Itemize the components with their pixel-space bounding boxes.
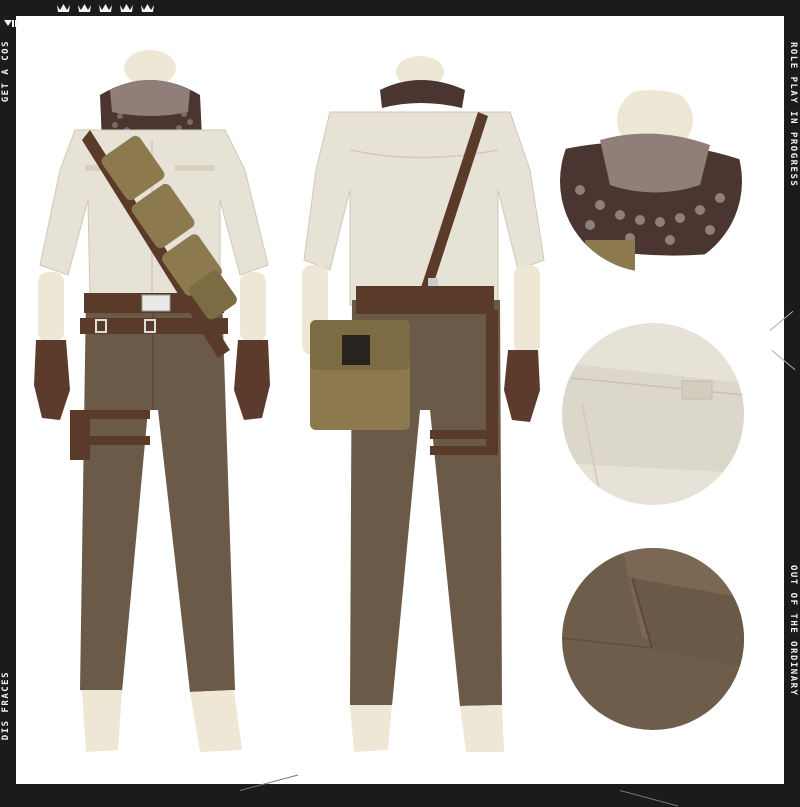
costume-front-view xyxy=(34,50,270,752)
side-label-left-top: GET A COS xyxy=(1,40,11,103)
play-triangle-icon xyxy=(4,20,12,26)
costume-back-view xyxy=(302,56,545,752)
decor-line xyxy=(619,790,679,807)
crown-icon xyxy=(141,4,154,12)
detail-pants-pocket xyxy=(562,548,744,730)
pause-bars-icon xyxy=(12,20,14,27)
side-label-left-bottom: DIS FRACES xyxy=(1,670,11,740)
side-label-right-top: ROLE PLAY IN PROGRESS xyxy=(788,42,798,188)
side-label-right-bottom: OUT OF THE ORDINARY xyxy=(788,565,798,697)
detail-shirt-pocket xyxy=(562,323,744,505)
crown-icon xyxy=(78,4,91,12)
crown-icon xyxy=(99,4,112,12)
crown-row xyxy=(56,1,155,15)
detail-scarf xyxy=(560,90,742,272)
crown-icon xyxy=(57,4,70,12)
crown-icon xyxy=(120,4,133,12)
